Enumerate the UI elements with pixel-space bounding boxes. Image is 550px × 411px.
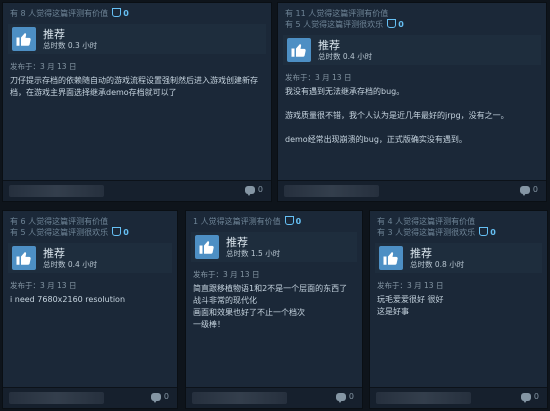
reviewer-info[interactable] <box>9 392 104 404</box>
playtime: 总时数 0.8 小时 <box>410 259 465 269</box>
thumbs-up-icon <box>195 235 219 259</box>
review-card: 有 8 人觉得这篇评测有价值 0 推荐 总时数 0.3 小时 发布于：3 月 13… <box>2 2 272 202</box>
thumbs-up-icon <box>12 246 36 270</box>
review-footer: 0 <box>3 180 271 201</box>
review-card: 有 11 人觉得这篇评测有价值有 5 人觉得这篇评测很欢乐 0 推荐 总时数 0.… <box>277 2 547 202</box>
review-body: 玩毛爱爱很好 很好 这是好事 <box>377 295 444 316</box>
comment-count[interactable]: 0 <box>520 392 539 403</box>
comment-count[interactable]: 0 <box>150 392 169 403</box>
review-footer: 0 <box>370 387 547 408</box>
review-header: 推荐 总时数 1.5 小时 <box>191 232 357 262</box>
review-header: 推荐 总时数 0.4 小时 <box>8 243 172 273</box>
posted-date: 发布于：3 月 13 日 <box>10 281 77 290</box>
helpful-count: 1 人觉得这篇评测有价值 0 <box>193 216 302 227</box>
review-header: 推荐 总时数 0.3 小时 <box>8 24 266 54</box>
comment-icon <box>335 392 346 403</box>
award-icon <box>112 227 122 236</box>
award-icon <box>112 8 122 17</box>
posted-date: 发布于：3 月 13 日 <box>285 73 352 82</box>
helpful-count: 有 11 人觉得这篇评测有价值有 5 人觉得这篇评测很欢乐 0 <box>285 9 404 30</box>
award-badge[interactable]: 0 <box>112 8 129 19</box>
comment-count[interactable]: 0 <box>519 185 538 196</box>
posted-date: 发布于：3 月 13 日 <box>10 62 77 71</box>
comment-icon <box>519 185 530 196</box>
comment-icon <box>150 392 161 403</box>
review-card: 有 4 人觉得这篇评测有价值有 3 人觉得这篇评测很欢乐 0 推荐 总时数 0.8… <box>369 210 548 409</box>
review-footer: 0 <box>3 387 177 408</box>
playtime: 总时数 1.5 小时 <box>226 248 281 258</box>
reviewer-info[interactable] <box>376 392 471 404</box>
helpful-count: 有 8 人觉得这篇评测有价值 0 <box>10 8 129 19</box>
comment-icon <box>244 185 255 196</box>
posted-date: 发布于：3 月 13 日 <box>377 281 444 290</box>
thumbs-up-icon <box>12 27 36 51</box>
award-badge[interactable]: 0 <box>479 227 496 238</box>
recommendation-title: 推荐 <box>410 246 432 260</box>
review-footer: 0 <box>278 180 546 201</box>
reviewer-info[interactable] <box>192 392 287 404</box>
comment-count[interactable]: 0 <box>335 392 354 403</box>
review-header: 推荐 总时数 0.8 小时 <box>375 243 542 273</box>
review-body: 我没有遇到无法继承存档的bug。 游戏质量很不错，我个人认为是近几年最好的jrp… <box>285 87 509 144</box>
recommendation-title: 推荐 <box>318 38 340 52</box>
award-icon <box>387 19 397 28</box>
review-footer: 0 <box>186 387 362 408</box>
reviewer-info[interactable] <box>9 185 104 197</box>
helpful-count: 有 4 人觉得这篇评测有价值有 3 人觉得这篇评测很欢乐 0 <box>377 217 496 238</box>
award-icon <box>479 227 489 236</box>
comment-icon <box>520 392 531 403</box>
award-icon <box>284 216 294 225</box>
recommendation-title: 推荐 <box>43 246 65 260</box>
review-body: 刀仔提示存档的依赖随自动的游戏流程设置强制然后进入游戏创建新存档，在游戏主界面选… <box>10 76 258 97</box>
comment-count[interactable]: 0 <box>244 185 263 196</box>
thumbs-up-icon <box>287 38 311 62</box>
award-badge[interactable]: 0 <box>112 227 129 238</box>
review-header: 推荐 总时数 0.4 小时 <box>283 35 541 65</box>
award-badge[interactable]: 0 <box>284 216 301 227</box>
thumbs-up-icon <box>379 246 403 270</box>
review-card: 1 人觉得这篇评测有价值 0 推荐 总时数 1.5 小时 发布于：3 月 13 日… <box>185 210 363 409</box>
playtime: 总时数 0.3 小时 <box>43 40 98 50</box>
reviewer-info[interactable] <box>284 185 379 197</box>
review-card: 有 6 人觉得这篇评测有价值有 5 人觉得这篇评测很欢乐 0 推荐 总时数 0.4… <box>2 210 178 409</box>
award-badge[interactable]: 0 <box>387 19 404 30</box>
review-body: i need 7680x2160 resolution <box>10 295 126 304</box>
posted-date: 发布于：3 月 13 日 <box>193 270 260 279</box>
helpful-count: 有 6 人觉得这篇评测有价值有 5 人觉得这篇评测很欢乐 0 <box>10 217 129 238</box>
recommendation-title: 推荐 <box>43 27 65 41</box>
playtime: 总时数 0.4 小时 <box>43 259 98 269</box>
review-body: 简直跟移植物语1和2不是一个层面的东西了 战斗非常的现代化 画面和效果也好了不止… <box>193 284 348 329</box>
playtime: 总时数 0.4 小时 <box>318 51 373 61</box>
recommendation-title: 推荐 <box>226 235 248 249</box>
